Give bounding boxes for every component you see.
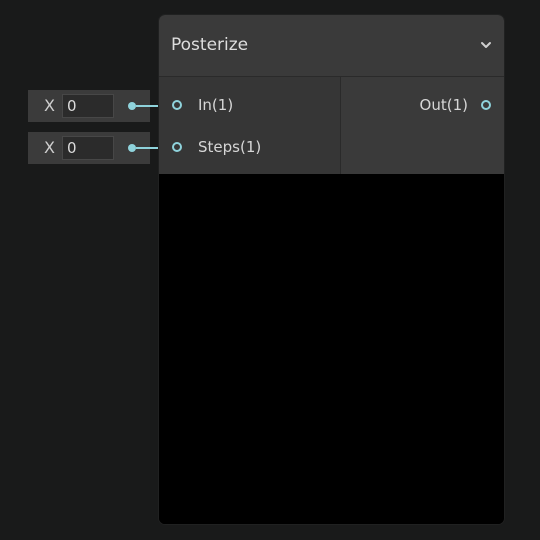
steps-port-label: Steps(1) [198, 138, 262, 156]
node-title: Posterize [171, 35, 249, 55]
steps-port-connector[interactable] [172, 142, 182, 152]
input-steps-external-field: X [28, 132, 150, 164]
graph-canvas[interactable]: X X Posterize In(1) [0, 0, 540, 540]
inputs-column: In(1) Steps(1) [159, 77, 341, 174]
axis-label: X [44, 96, 55, 115]
outputs-column: Out(1) [341, 77, 504, 174]
posterize-node[interactable]: Posterize In(1) Steps(1) Out(1) [159, 15, 504, 524]
in-port-connector[interactable] [172, 100, 182, 110]
preview-area [159, 174, 504, 524]
steps-value-input[interactable] [62, 136, 114, 160]
in-port-label: In(1) [198, 96, 234, 114]
in-value-input[interactable] [62, 94, 114, 118]
output-port-out[interactable]: Out(1) [420, 95, 491, 115]
in-external-connector[interactable] [128, 102, 136, 110]
out-port-connector[interactable] [481, 100, 491, 110]
axis-label: X [44, 138, 55, 157]
input-port-steps[interactable]: Steps(1) [172, 137, 261, 157]
input-port-in[interactable]: In(1) [172, 95, 233, 115]
node-header[interactable]: Posterize [159, 15, 504, 77]
chevron-down-icon[interactable] [478, 37, 494, 53]
ports-area: In(1) Steps(1) Out(1) [159, 77, 504, 174]
input-in-external-field: X [28, 90, 150, 122]
steps-external-connector[interactable] [128, 144, 136, 152]
out-port-label: Out(1) [419, 96, 468, 114]
